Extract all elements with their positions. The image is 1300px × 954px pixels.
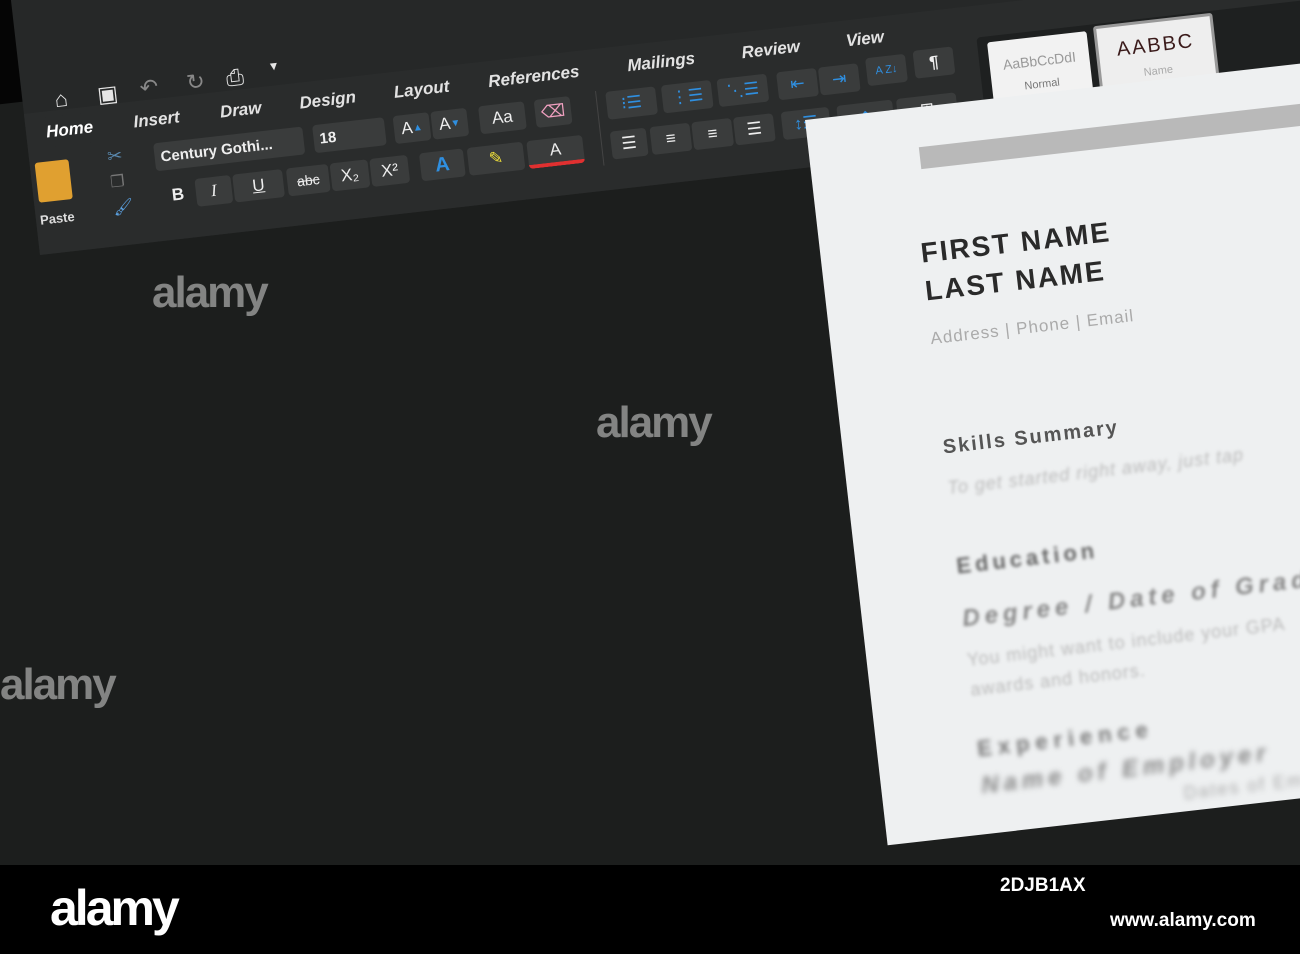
- cut-icon[interactable]: ✂: [106, 145, 123, 168]
- watermark: alamy: [0, 660, 117, 709]
- word-window: ⌂ ▣ ↶ ↻ ⎙ ▾ Home Insert Draw Design Layo…: [0, 0, 1300, 865]
- sort-button[interactable]: A Z ↓: [865, 53, 908, 87]
- contact-line[interactable]: Address | Phone | Email: [929, 306, 1135, 349]
- underline-button[interactable]: U: [232, 169, 285, 203]
- font-size-value: 18: [318, 128, 338, 148]
- bullets-button[interactable]: ⁝☰: [605, 86, 659, 120]
- decrease-indent-button[interactable]: ⇤: [776, 67, 819, 101]
- superscript-label: X²: [380, 159, 400, 181]
- text-effects-label: A: [433, 152, 451, 177]
- subscript-button[interactable]: X₂: [329, 159, 371, 192]
- format-painter-icon[interactable]: 🖌: [112, 196, 134, 218]
- align-right-button[interactable]: ≡: [691, 117, 735, 151]
- style-preview: AABBC: [1115, 30, 1196, 61]
- italic-label: I: [209, 180, 218, 201]
- pilcrow-label: ¶: [928, 52, 940, 73]
- underline-label: U: [251, 175, 266, 196]
- alamy-logo: alamy: [50, 880, 180, 936]
- education-heading[interactable]: Education: [955, 538, 1099, 580]
- document-page[interactable]: FIRST NAME LAST NAME Address | Phone | E…: [805, 40, 1300, 846]
- highlighter-icon: ✎: [487, 148, 505, 169]
- up-arrow-icon: ▲: [412, 121, 424, 134]
- strikethrough-button[interactable]: abc: [285, 163, 331, 197]
- change-case-button[interactable]: Aa: [478, 101, 527, 135]
- style-preview: AaBbCcDdI: [1002, 48, 1077, 73]
- increase-indent-button[interactable]: ⇥: [817, 63, 861, 96]
- stock-footer: alamy 2DJB1AX www.alamy.com: [0, 865, 1300, 954]
- shrink-font-button[interactable]: A ▼: [430, 107, 470, 140]
- bold-button[interactable]: B: [163, 179, 194, 210]
- alamy-url: www.alamy.com: [1110, 910, 1256, 931]
- paste-icon[interactable]: [34, 159, 73, 203]
- copy-icon[interactable]: ❐: [109, 171, 126, 192]
- text-effects-button[interactable]: A: [418, 148, 466, 182]
- grow-font-button[interactable]: A ▲: [392, 112, 432, 145]
- justify-button[interactable]: ☰: [732, 113, 776, 146]
- skills-heading[interactable]: Skills Summary: [942, 417, 1120, 460]
- sort-label: A Z: [874, 63, 893, 78]
- home-icon[interactable]: ⌂: [53, 86, 69, 113]
- align-center-button[interactable]: ≡: [649, 122, 693, 156]
- italic-button[interactable]: I: [194, 174, 234, 207]
- image-code: 2DJB1AX: [1000, 875, 1086, 896]
- watermark: alamy: [596, 398, 713, 447]
- print-icon[interactable]: ⎙: [225, 64, 245, 92]
- save-icon[interactable]: ▣: [96, 80, 120, 108]
- strikethrough-label: abc: [296, 170, 321, 190]
- redo-icon[interactable]: ↻: [185, 68, 206, 96]
- numbering-button[interactable]: ⋮☰: [660, 79, 714, 114]
- font-color-label: A: [548, 139, 563, 160]
- superscript-button[interactable]: X²: [369, 154, 411, 187]
- change-case-label: Aa: [490, 106, 514, 128]
- clear-formatting-button[interactable]: ⌫: [533, 96, 573, 128]
- tab-view[interactable]: View: [845, 27, 885, 51]
- subscript-label: X₂: [339, 164, 360, 186]
- bold-label: B: [170, 184, 186, 205]
- align-left-button[interactable]: ☰: [609, 127, 649, 160]
- watermark: alamy: [152, 268, 269, 317]
- customize-icon[interactable]: ▾: [269, 57, 278, 75]
- multilevel-list-button[interactable]: ⋱☰: [716, 73, 770, 108]
- show-formatting-button[interactable]: ¶: [912, 46, 956, 79]
- down-arrow-icon: ▼: [449, 117, 461, 130]
- undo-icon[interactable]: ↶: [138, 74, 159, 102]
